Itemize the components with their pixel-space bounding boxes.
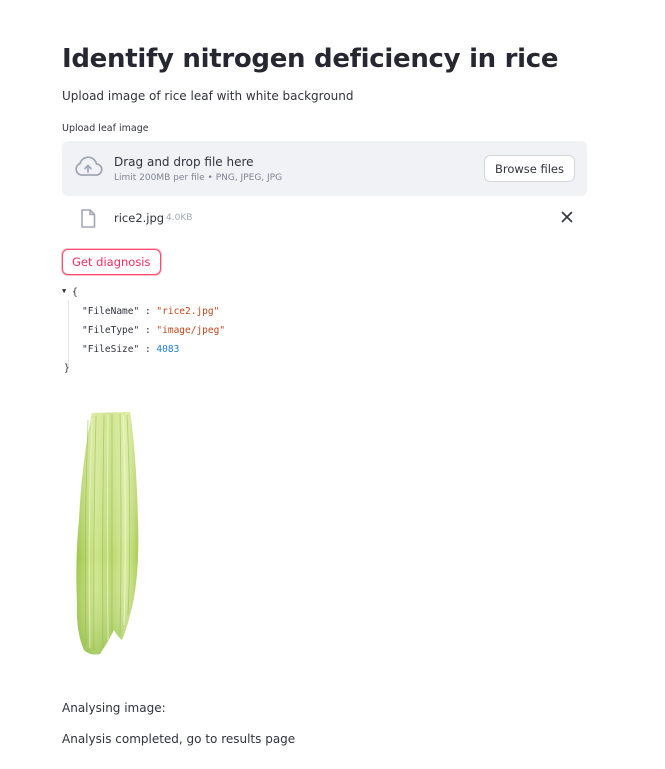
json-key: "FileSize" xyxy=(82,344,140,355)
browse-files-button[interactable]: Browse files xyxy=(483,155,575,182)
json-entry: "FileName" : "rice2.jpg" xyxy=(82,306,219,317)
uploaded-file-row: rice2.jpg 4.0KB xyxy=(62,205,587,231)
json-indent-guide xyxy=(68,300,69,367)
json-open-brace: { xyxy=(72,287,78,298)
dropzone-instructions: Drag and drop file here xyxy=(114,155,254,169)
json-entry: "FileSize" : 4083 xyxy=(82,344,179,355)
page-title: Identify nitrogen deficiency in rice xyxy=(62,44,559,74)
json-colon: : xyxy=(144,325,151,336)
collapse-toggle-icon[interactable]: ▼ xyxy=(62,287,66,295)
json-key: "FileName" xyxy=(82,306,140,317)
uploaded-file-name: rice2.jpg xyxy=(114,211,165,225)
uploader-label: Upload leaf image xyxy=(62,123,149,134)
json-string-value: "image/jpeg" xyxy=(156,325,226,336)
status-completed: Analysis completed, go to results page xyxy=(62,732,296,746)
uploaded-file-size: 4.0KB xyxy=(166,213,193,223)
json-close-brace: } xyxy=(64,363,70,374)
json-colon: : xyxy=(144,306,151,317)
json-string-value: "rice2.jpg" xyxy=(156,306,220,317)
status-analysing: Analysing image: xyxy=(62,701,166,715)
close-icon[interactable] xyxy=(560,210,574,224)
cloud-upload-icon xyxy=(75,156,103,176)
json-key: "FileType" xyxy=(82,325,140,336)
file-dropzone[interactable]: Drag and drop file here Limit 200MB per … xyxy=(62,141,587,196)
json-number-value: 4083 xyxy=(156,344,180,355)
dropzone-limit-text: Limit 200MB per file • PNG, JPEG, JPG xyxy=(114,173,283,183)
page-subtitle: Upload image of rice leaf with white bac… xyxy=(62,89,354,103)
file-icon xyxy=(81,209,96,228)
get-diagnosis-button[interactable]: Get diagnosis xyxy=(62,249,161,275)
json-entry: "FileType" : "image/jpeg" xyxy=(82,325,225,336)
rice-leaf-image xyxy=(76,412,139,655)
json-colon: : xyxy=(144,344,151,355)
